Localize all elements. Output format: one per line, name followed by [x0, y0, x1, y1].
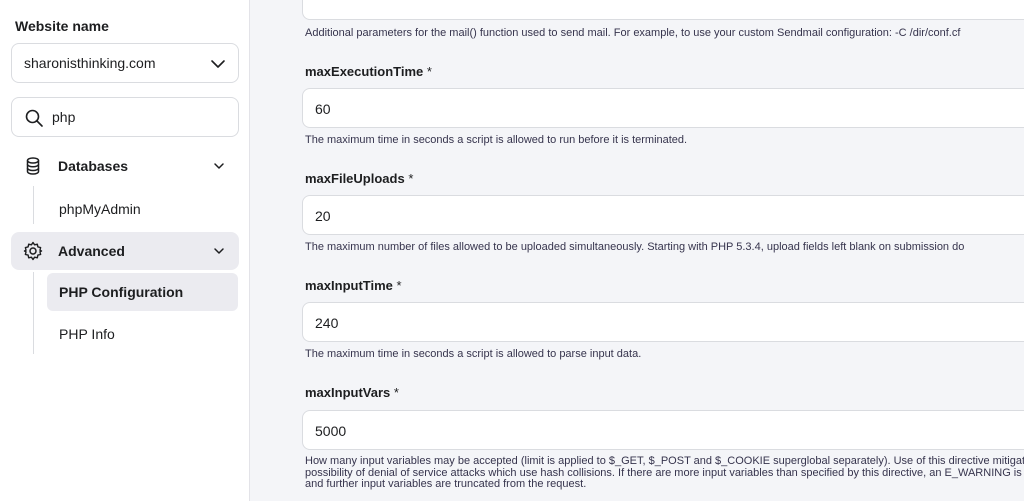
sidebar-item-advanced[interactable]: Advanced	[11, 232, 239, 270]
field-description: The maximum time in seconds a script is …	[305, 134, 688, 146]
max-input-vars-field[interactable]	[302, 410, 1024, 450]
field-description: How many input variables may be accepted…	[305, 455, 1024, 490]
sidebar-item-label: PHP Info	[59, 326, 115, 342]
field-label: maxInputVars *	[305, 385, 399, 400]
mail-params-input[interactable]	[302, 0, 1024, 20]
field-label: maxExecutionTime *	[305, 64, 432, 79]
field-label: maxFileUploads *	[305, 171, 414, 186]
sidebar-item-label: phpMyAdmin	[59, 201, 141, 217]
field-label: maxInputTime *	[305, 278, 402, 293]
sidebar-item-phpmyadmin[interactable]: phpMyAdmin	[47, 190, 238, 228]
database-icon	[26, 157, 40, 175]
max-execution-time-field[interactable]	[302, 88, 1024, 128]
main-content: Additional parameters for the mail() fun…	[250, 0, 1024, 501]
subnav-line	[33, 186, 34, 224]
sidebar-item-label: PHP Configuration	[59, 284, 184, 300]
chevron-down-icon	[214, 163, 224, 169]
field-description: The maximum time in seconds a script is …	[305, 348, 642, 360]
max-file-uploads-field[interactable]	[302, 195, 1024, 235]
sidebar-item-databases[interactable]: Databases	[11, 147, 239, 185]
max-file-uploads-input[interactable]	[315, 206, 615, 226]
field-description: Additional parameters for the mail() fun…	[305, 27, 961, 39]
website-select-value: sharonisthinking.com	[24, 55, 156, 71]
website-name-label: Website name	[15, 18, 109, 34]
website-select[interactable]: sharonisthinking.com	[11, 43, 239, 83]
chevron-down-icon	[214, 248, 224, 254]
search-input[interactable]	[52, 107, 232, 127]
sidebar-item-label: Advanced	[58, 243, 125, 259]
chevron-down-icon	[211, 60, 225, 68]
gear-icon	[23, 241, 43, 261]
field-description: The maximum number of files allowed to b…	[305, 241, 965, 253]
sidebar-item-php-info[interactable]: PHP Info	[47, 315, 238, 353]
sidebar-item-php-configuration[interactable]: PHP Configuration	[47, 273, 238, 311]
subnav-line	[33, 272, 34, 354]
sidebar: Website name sharonisthinking.com Databa…	[0, 0, 250, 501]
search-icon	[25, 109, 43, 127]
sidebar-item-label: Databases	[58, 158, 129, 174]
max-input-time-field[interactable]	[302, 302, 1024, 342]
search-box[interactable]	[11, 97, 239, 137]
max-input-vars-input[interactable]	[315, 421, 615, 441]
max-input-time-input[interactable]	[315, 313, 615, 333]
max-execution-time-input[interactable]	[315, 99, 615, 119]
